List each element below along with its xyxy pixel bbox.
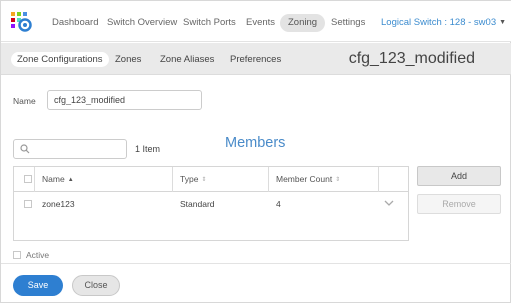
tab-zone-aliases[interactable]: Zone Aliases — [160, 52, 214, 67]
column-type-label: Type — [180, 174, 199, 184]
nav-settings[interactable]: Settings — [331, 14, 365, 32]
table-header: Name ▲ Type ⇕ Member Count ⇕ — [14, 167, 408, 192]
column-member-count-label: Member Count — [276, 174, 333, 184]
nav-events[interactable]: Events — [246, 14, 275, 32]
row-checkbox[interactable] — [24, 200, 32, 208]
column-name-label: Name — [42, 174, 65, 184]
column-divider — [268, 167, 269, 192]
tab-zones[interactable]: Zones — [115, 52, 141, 67]
members-table: Name ▲ Type ⇕ Member Count ⇕ zone123 Standa… — [13, 166, 409, 241]
close-button[interactable]: Close — [72, 275, 120, 296]
cell-name: zone123 — [42, 199, 75, 209]
column-divider — [34, 167, 35, 192]
sort-icon: ⇕ — [201, 177, 207, 183]
select-all-checkbox[interactable] — [24, 175, 32, 183]
nav-dashboard[interactable]: Dashboard — [52, 14, 98, 32]
column-header-name[interactable]: Name ▲ — [42, 167, 74, 192]
add-button[interactable]: Add — [417, 166, 501, 186]
column-header-member-count[interactable]: Member Count ⇕ — [276, 167, 340, 192]
cell-type: Standard — [180, 199, 215, 209]
top-nav: Dashboard Switch Overview Switch Ports E… — [1, 1, 511, 42]
nav-switch-overview[interactable]: Switch Overview — [107, 14, 177, 32]
column-divider — [172, 167, 173, 192]
active-label: Active — [26, 250, 50, 260]
config-title: cfg_123_modified — [348, 50, 475, 67]
nav-switch-ports[interactable]: Switch Ports — [183, 14, 236, 32]
name-label: Name — [13, 96, 36, 106]
sort-icon: ⇕ — [335, 177, 341, 183]
active-checkbox[interactable] — [13, 251, 21, 259]
logical-switch-selector[interactable]: Logical Switch : 128 - sw03 ▼ — [381, 14, 506, 32]
name-input[interactable] — [47, 90, 202, 110]
remove-button[interactable]: Remove — [417, 194, 501, 214]
nav-zoning[interactable]: Zoning — [280, 14, 326, 32]
tab-preferences[interactable]: Preferences — [230, 52, 281, 67]
search-icon — [20, 144, 30, 154]
members-title: Members — [225, 135, 286, 151]
cell-member-count: 4 — [276, 199, 281, 209]
tab-zone-configurations[interactable]: Zone Configurations — [11, 52, 109, 67]
sub-nav: Zone Configurations Zones Zone Aliases P… — [1, 43, 511, 75]
zoning-window: Dashboard Switch Overview Switch Ports E… — [0, 0, 511, 303]
item-count: 1 Item — [135, 144, 161, 154]
column-header-type[interactable]: Type ⇕ — [180, 167, 206, 192]
column-divider — [378, 167, 379, 192]
table-row[interactable]: zone123 Standard 4 — [14, 193, 408, 215]
caret-down-icon: ▼ — [499, 19, 507, 26]
member-search-input[interactable] — [32, 142, 122, 156]
app-logo-icon — [11, 12, 32, 32]
logical-switch-label: Logical Switch : 128 - sw03 — [381, 17, 497, 28]
save-button[interactable]: Save — [13, 275, 63, 296]
sort-asc-icon: ▲ — [67, 177, 74, 183]
member-search-box[interactable] — [13, 139, 127, 159]
footer-divider — [1, 263, 511, 264]
chevron-down-icon[interactable] — [384, 199, 394, 207]
active-checkbox-row[interactable]: Active — [13, 250, 49, 260]
